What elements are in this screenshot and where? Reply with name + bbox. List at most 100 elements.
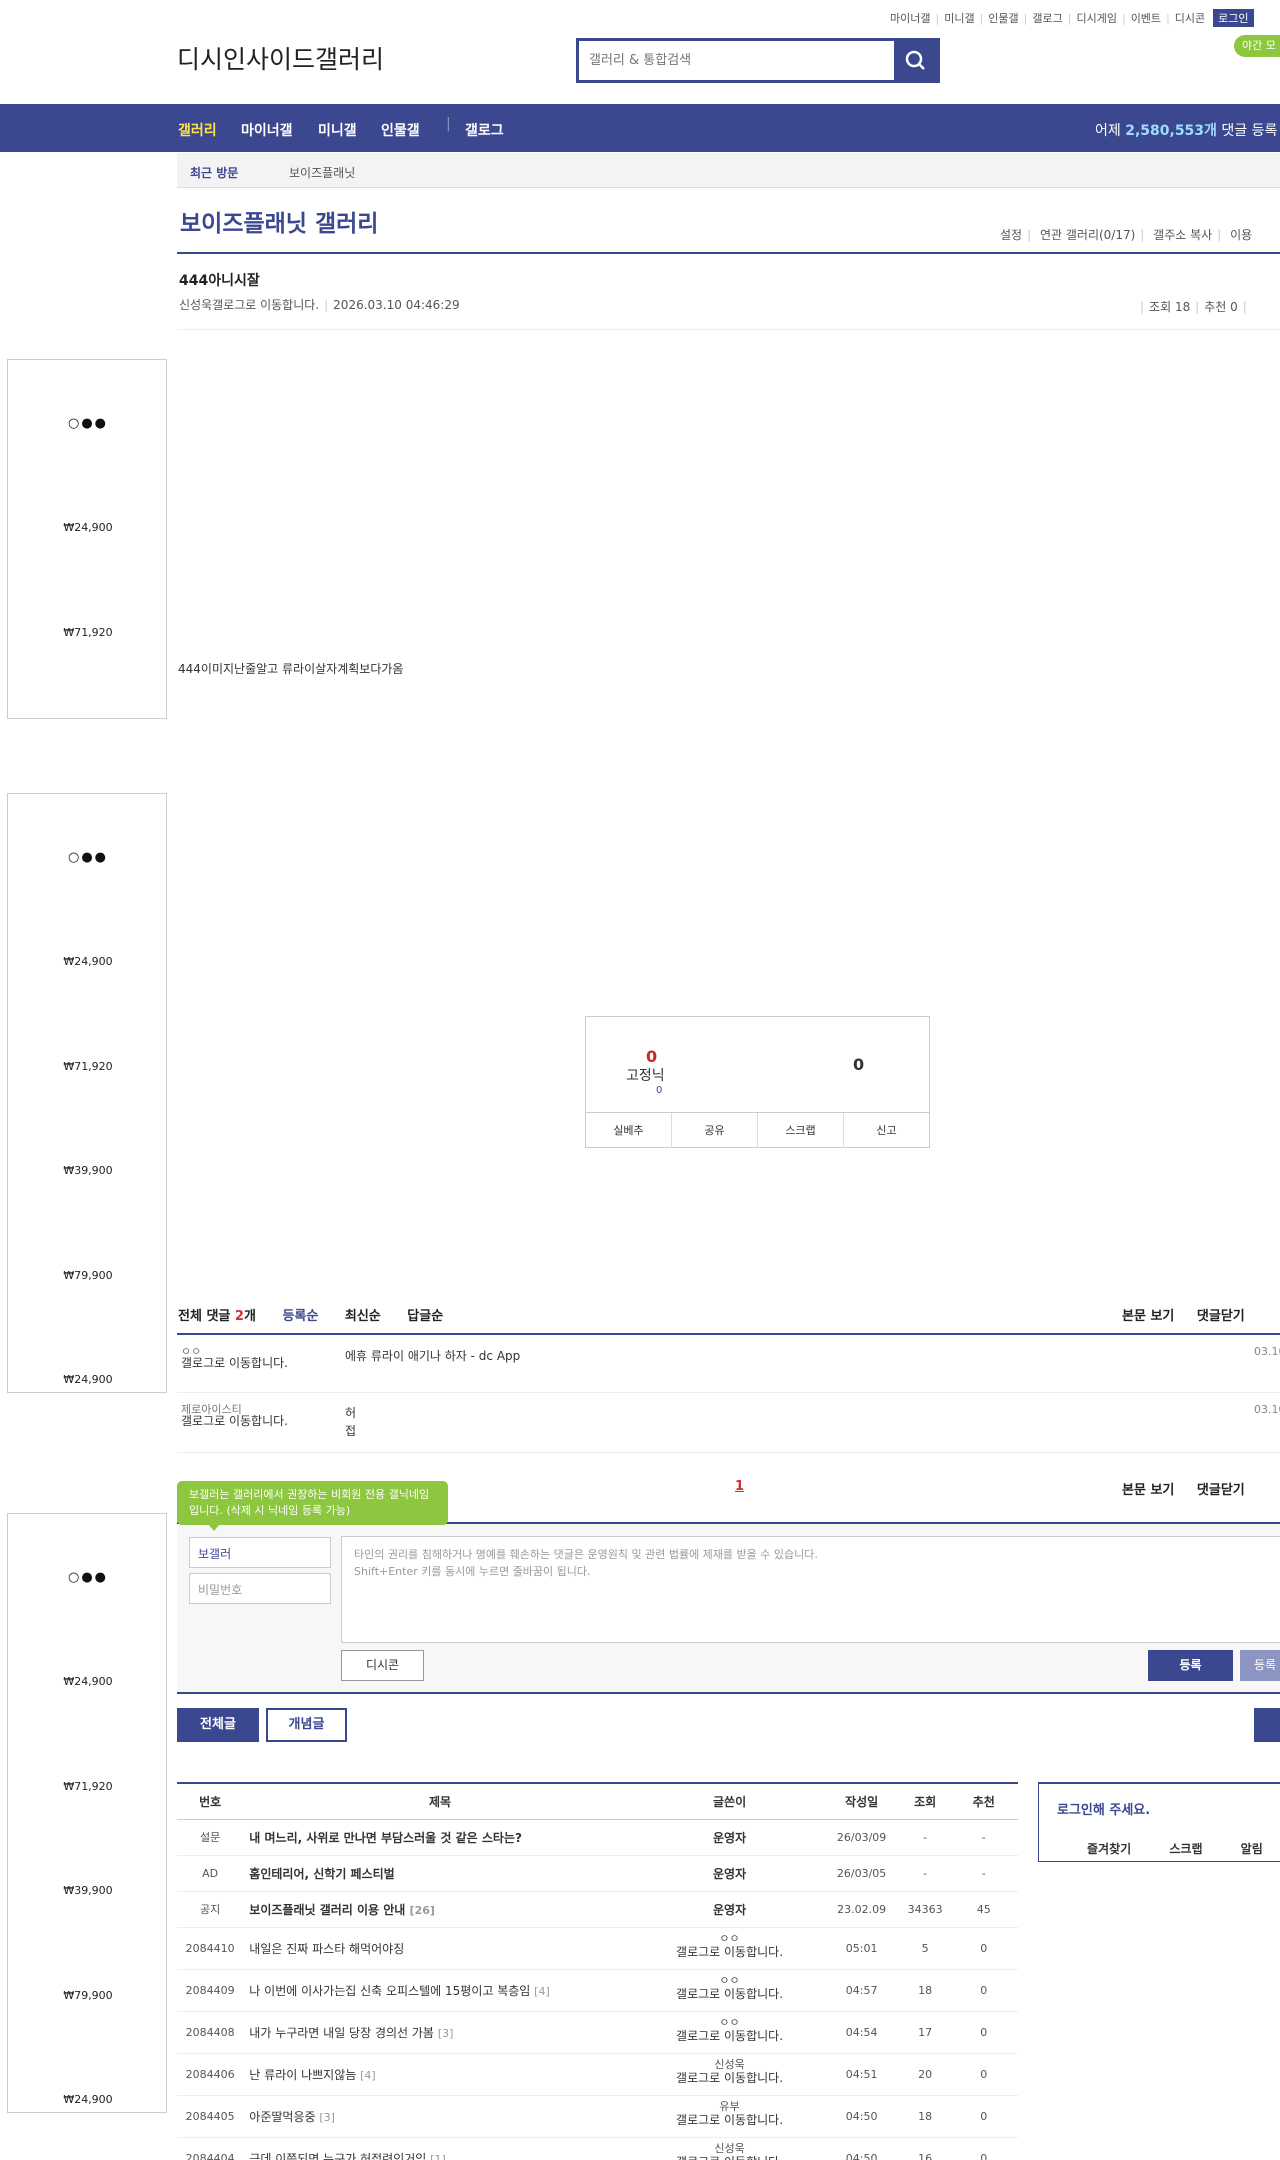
row-title[interactable]: 아준딸먹응중 [3] [243, 2095, 637, 2138]
view-body-button[interactable]: 본문 보기 [1122, 1483, 1174, 1498]
favorites-link[interactable]: 즐겨찾기 [1087, 1842, 1131, 1856]
close-comments-button[interactable]: 댓글닫기 [1197, 1483, 1245, 1498]
row-writer[interactable]: 신성욱갤로그로 이동합니다. [636, 2137, 823, 2160]
gallog-icon[interactable]: 갤로그로 이동합니다. [637, 2155, 823, 2160]
util-link-mini[interactable]: 미니갤 [944, 10, 974, 26]
gallog-icon[interactable]: 갤로그로 이동합니다. [637, 2113, 823, 2127]
table-row[interactable]: AD 홈인테리어, 신학기 페스티벌 운영자 26/03/05- - [177, 1855, 1018, 1892]
nav-person[interactable]: 인물갤 [381, 120, 420, 140]
row-writer[interactable]: 운영자 [636, 1819, 823, 1856]
row-writer[interactable]: ㅇㅇ 갤로그로 이동합니다. [636, 2011, 823, 2054]
share-button[interactable]: 공유 [672, 1113, 758, 1148]
submit-recommend-button[interactable]: 등록 [1240, 1650, 1280, 1681]
night-mode-toggle[interactable]: 야간 모 [1234, 35, 1280, 57]
submit-button[interactable]: 등록 [1148, 1650, 1233, 1681]
util-link-dccon[interactable]: 디시콘 [1175, 10, 1205, 26]
usage-info[interactable]: 이용 [1230, 228, 1252, 242]
row-writer[interactable]: 운영자 [636, 1855, 823, 1892]
row-title[interactable]: 홈인테리어, 신학기 페스티벌 [243, 1855, 637, 1892]
side-ad[interactable]: ○●● ₩24,900 ₩71,920 ₩39,900 ₩79,900 ₩24,… [7, 793, 167, 1393]
row-title[interactable]: 내 며느리, 사위로 만나면 부담스러울 것 같은 스타는? [243, 1819, 637, 1856]
report-button[interactable]: 신고 [844, 1113, 929, 1148]
scrap-button[interactable]: 스크랩 [758, 1113, 844, 1148]
login-message[interactable]: 로그인해 주세요. [1057, 1799, 1150, 1818]
table-row[interactable]: 설문 내 며느리, 사위로 만나면 부담스러울 것 같은 스타는? 운영자 26/0… [177, 1819, 1018, 1856]
table-row[interactable]: 공지 보이즈플래닛 갤러리 이용 안내 [26] 운영자 23.02.09 34363 4… [177, 1891, 1018, 1928]
recent-label[interactable]: 최근 방문 [190, 164, 238, 181]
comment-textarea[interactable]: 타인의 권리를 침해하거나 명예를 훼손하는 댓글은 운영원칙 및 관련 법률에… [341, 1536, 1280, 1643]
search-input[interactable] [579, 41, 879, 80]
table-row[interactable]: 2084409 나 이번에 이사가는집 신축 오피스텔에 15평이고 복층임 [4… [177, 1969, 1018, 2012]
ad-menu-icon[interactable]: ○●● [68, 850, 108, 865]
gallery-settings[interactable]: 설정 [1000, 228, 1022, 242]
gallog-icon[interactable]: 갤로그로 이동합니다. [181, 1415, 316, 1427]
gallog-icon[interactable]: 갤로그로 이동합니다. [637, 1945, 823, 1959]
related-galleries[interactable]: 연관 갤러리(0/17) [1040, 228, 1135, 242]
gallog-icon[interactable]: 갤로그로 이동합니다. [637, 2071, 823, 2085]
side-ad[interactable]: ○●● ₩24,900 ₩71,920 [7, 359, 167, 719]
table-row[interactable]: 2084406 난 류라이 나쁘지않늠 [4] 신성욱 갤로그로 이동합니다. 04:5… [177, 2053, 1018, 2096]
utility-bar: 마이너갤 | 미니갤 | 인물갤 | 갤로그 | 디시게임 | 이벤트 | 디시콘 로그인 [890, 9, 1254, 27]
fixed-nick-upvote[interactable]: 고정닉 [626, 1065, 665, 1085]
post-views: 조회 18 [1149, 300, 1191, 314]
comment-page-1[interactable]: 1 [735, 1479, 744, 1494]
search-button[interactable] [894, 41, 937, 80]
ad-menu-icon[interactable]: ○●● [68, 416, 108, 431]
util-link-event[interactable]: 이벤트 [1131, 10, 1161, 26]
login-button[interactable]: 로그인 [1213, 9, 1254, 27]
row-writer[interactable]: 운영자 [636, 1891, 823, 1928]
row-title[interactable]: 근데 이쯤되면 누구가 허접련인거임 [1] [243, 2137, 637, 2160]
util-link-gallog[interactable]: 갤로그 [1032, 10, 1062, 26]
row-writer[interactable]: ㅇㅇ 갤로그로 이동합니다. [636, 1969, 823, 2012]
row-title[interactable]: 내일은 진짜 파스타 해먹어야징 [243, 1927, 637, 1970]
ad-menu-icon[interactable]: ○●● [68, 1570, 108, 1585]
row-num: 2084404 [177, 2137, 244, 2160]
sort-registered[interactable]: 등록순 [282, 1309, 318, 1324]
gallog-icon[interactable]: 갤로그로 이동합니다. [181, 1357, 316, 1369]
downvote-count[interactable]: 0 [853, 1055, 864, 1074]
upvote-count[interactable]: 0 [646, 1047, 657, 1066]
tab-all-posts[interactable]: 전체글 [177, 1708, 259, 1742]
side-ad[interactable]: ○●● ₩24,900 ₩71,920 ₩39,900 ₩79,900 ₩24,… [7, 1513, 167, 2113]
gallery-title[interactable]: 보이즈플래닛 갤러리 [180, 204, 378, 238]
row-title[interactable]: 난 류라이 나쁘지않늠 [4] [243, 2053, 637, 2096]
table-row[interactable]: 2084404근데 이쯤되면 누구가 허접련인거임 [1]신성욱갤로그로 이동합… [177, 2137, 1018, 2160]
view-body-button[interactable]: 본문 보기 [1122, 1309, 1174, 1324]
scrap-link[interactable]: 스크랩 [1169, 1842, 1202, 1856]
row-title[interactable]: 내가 누구라면 내일 당장 경의선 가봄 [3] [243, 2011, 637, 2054]
gallog-icon[interactable]: 갤로그로 이동합니다. [637, 1987, 823, 2001]
gallog-icon[interactable]: 갤로그로 이동합니다. [637, 2029, 823, 2043]
row-title[interactable]: 나 이번에 이사가는집 신축 오피스텔에 15평이고 복층임 [4] [243, 1969, 637, 2012]
table-row[interactable]: 2084405 아준딸먹응중 [3] 유부 갤로그로 이동합니다. 04:50 18 0 [177, 2095, 1018, 2138]
ad-price: ₩24,900 [63, 2093, 113, 2106]
row-writer[interactable]: 유부 갤로그로 이동합니다. [636, 2095, 823, 2138]
post-author[interactable]: 신성욱 [179, 298, 212, 312]
row-writer[interactable]: ㅇㅇ 갤로그로 이동합니다. [636, 1927, 823, 1970]
tab-concept-posts[interactable]: 개념글 [266, 1708, 347, 1742]
sort-replies[interactable]: 답글순 [407, 1309, 443, 1324]
write-post-button[interactable] [1254, 1708, 1280, 1742]
site-logo[interactable]: 디시인사이드갤러리 [177, 40, 384, 76]
recent-item[interactable]: 보이즈플래닛 [289, 164, 355, 181]
dccon-button[interactable]: 디시콘 [341, 1650, 424, 1681]
gallog-icon[interactable]: 갤로그로 이동합니다. [212, 298, 319, 312]
nav-gallery[interactable]: 갤러리 [178, 120, 217, 140]
password-input[interactable]: 비밀번호 [189, 1573, 331, 1604]
util-link-game[interactable]: 디시게임 [1076, 10, 1116, 26]
table-row[interactable]: 2084410 내일은 진짜 파스타 해먹어야징 ㅇㅇ 갤로그로 이동합니다. 05:… [177, 1927, 1018, 1970]
nav-minor[interactable]: 마이너갤 [241, 120, 293, 140]
nav-mini[interactable]: 미니갤 [318, 120, 357, 140]
util-link-person[interactable]: 인물갤 [988, 10, 1018, 26]
notifications-link[interactable]: 알림 [1241, 1842, 1263, 1856]
close-comments-button[interactable]: 댓글닫기 [1197, 1309, 1245, 1324]
nickname-input[interactable]: 보갤러 [189, 1537, 331, 1568]
sort-latest[interactable]: 최신순 [345, 1309, 381, 1324]
row-writer[interactable]: 신성욱갤로그로 이동합니다. [636, 2053, 823, 2096]
login-box: 로그인해 주세요. 즐겨찾기 스크랩 알림 [1038, 1782, 1280, 1862]
table-row[interactable]: 2084408 내가 누구라면 내일 당장 경의선 가봄 [3] ㅇㅇ 갤로그로 이동… [177, 2011, 1018, 2054]
row-title[interactable]: 보이즈플래닛 갤러리 이용 안내 [26] [243, 1891, 637, 1928]
util-link-minor[interactable]: 마이너갤 [890, 10, 930, 26]
copy-url[interactable]: 갤주소 복사 [1153, 228, 1212, 242]
best-recommend-button[interactable]: 실베추 [586, 1113, 672, 1148]
nav-gallog[interactable]: 갤로그 [465, 120, 504, 140]
